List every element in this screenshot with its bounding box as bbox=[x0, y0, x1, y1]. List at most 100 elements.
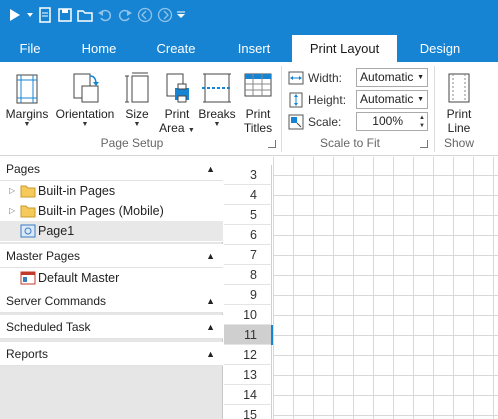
row-header[interactable]: 9 bbox=[224, 285, 272, 305]
height-select[interactable]: Automatic ▼ bbox=[356, 90, 428, 109]
row-header[interactable]: 6 bbox=[224, 225, 272, 245]
page-setup-group-label: Page Setup bbox=[100, 136, 164, 150]
row-header[interactable]: 12 bbox=[224, 345, 272, 365]
group-separator bbox=[434, 66, 435, 152]
row-header[interactable]: 4 bbox=[224, 185, 272, 205]
row-header[interactable]: 11 bbox=[224, 325, 272, 345]
grid-cells[interactable] bbox=[273, 157, 498, 419]
open-folder-icon[interactable] bbox=[76, 6, 94, 24]
forward-icon[interactable] bbox=[156, 6, 174, 24]
navigator-panel: Pages ▲ ▷ Built-in Pages ▷ Built-in Pages… bbox=[0, 157, 223, 419]
breaks-label: Breaks bbox=[198, 107, 236, 121]
row-header[interactable]: 10 bbox=[224, 305, 272, 325]
redo-icon[interactable] bbox=[116, 6, 134, 24]
scale-label: Scale: bbox=[308, 115, 342, 129]
customize-toolbar-icon[interactable] bbox=[176, 6, 186, 24]
print-titles-button[interactable]: Print Titles bbox=[239, 68, 277, 135]
new-page-icon[interactable] bbox=[36, 6, 54, 24]
print-line-button[interactable]: Print Line bbox=[440, 68, 478, 135]
spinner-arrows-icon[interactable]: ▲ ▼ bbox=[418, 114, 426, 130]
design-grid[interactable]: 3 4 5 6 7 8 9 10 11 12 13 14 15 bbox=[224, 157, 498, 419]
back-icon[interactable] bbox=[136, 6, 154, 24]
tree-item-built-in-pages[interactable]: ▷ Built-in Pages bbox=[0, 181, 223, 201]
row-header[interactable]: 8 bbox=[224, 265, 272, 285]
tab-home[interactable]: Home bbox=[76, 35, 122, 62]
expand-arrow-icon[interactable]: ▷ bbox=[9, 201, 15, 221]
row-header[interactable]: 14 bbox=[224, 385, 272, 405]
expand-arrow-icon[interactable]: ▷ bbox=[9, 181, 15, 201]
width-label: Width: bbox=[308, 71, 343, 85]
scheduled-task-section-header[interactable]: Scheduled Task ▲ bbox=[0, 315, 223, 339]
collapse-chevron-icon[interactable]: ▲ bbox=[206, 244, 215, 268]
folder-icon bbox=[20, 205, 36, 218]
breaks-button[interactable]: Breaks ▼ bbox=[197, 68, 237, 129]
print-titles-label-line1: Print bbox=[245, 107, 271, 121]
page-size-icon bbox=[125, 72, 149, 103]
reports-section-header[interactable]: Reports ▲ bbox=[0, 342, 223, 366]
tab-insert[interactable]: Insert bbox=[228, 35, 280, 62]
tree-item-built-in-pages-mobile[interactable]: ▷ Built-in Pages (Mobile) bbox=[0, 201, 223, 221]
chevron-down-icon: ▼ bbox=[417, 74, 424, 81]
chevron-down-icon: ▼ bbox=[133, 121, 141, 128]
orientation-label: Orientation bbox=[55, 107, 115, 121]
row-header[interactable]: 15 bbox=[224, 405, 272, 419]
width-select[interactable]: Automatic ▼ bbox=[356, 68, 428, 87]
size-label: Size bbox=[125, 107, 149, 121]
show-group-label: Show bbox=[443, 136, 475, 150]
orientation-button[interactable]: Orientation ▼ bbox=[52, 68, 118, 129]
margins-label: Margins bbox=[5, 107, 49, 121]
save-icon[interactable] bbox=[56, 6, 74, 24]
print-area-label-line1: Print bbox=[164, 107, 190, 121]
fit-width-icon bbox=[288, 71, 304, 85]
ribbon-tab-strip: File Home Create Insert Print Layout Des… bbox=[0, 30, 498, 62]
print-line-label-line1: Print bbox=[446, 107, 472, 121]
fit-height-icon bbox=[289, 92, 303, 108]
scale-icon bbox=[288, 114, 304, 130]
orientation-icon bbox=[73, 73, 99, 103]
server-commands-section-header[interactable]: Server Commands ▲ bbox=[0, 289, 223, 313]
collapse-chevron-icon[interactable]: ▲ bbox=[206, 157, 215, 181]
group-separator bbox=[281, 66, 282, 152]
quick-access-toolbar bbox=[0, 0, 498, 30]
margins-button[interactable]: Margins ▼ bbox=[5, 68, 49, 129]
page-setup-launcher-icon[interactable] bbox=[268, 140, 276, 148]
undo-icon[interactable] bbox=[96, 6, 114, 24]
collapse-chevron-icon[interactable]: ▲ bbox=[206, 289, 215, 313]
master-pages-section-header[interactable]: Master Pages ▲ bbox=[0, 244, 223, 268]
row-header[interactable]: 7 bbox=[224, 245, 272, 265]
fit-height-row: Height: bbox=[288, 90, 354, 110]
run-dropdown-icon[interactable] bbox=[26, 6, 34, 24]
collapse-chevron-icon[interactable]: ▲ bbox=[206, 315, 215, 339]
tab-file[interactable]: File bbox=[8, 35, 52, 62]
scale-to-fit-launcher-icon[interactable] bbox=[420, 140, 428, 148]
chevron-down-icon: ▼ bbox=[81, 121, 89, 128]
print-area-label-line2: Area ▼ bbox=[159, 121, 195, 135]
chevron-down-icon: ▼ bbox=[23, 121, 31, 128]
print-line-icon bbox=[448, 73, 470, 103]
print-area-button[interactable]: Print Area ▼ bbox=[158, 68, 196, 135]
tab-print-layout[interactable]: Print Layout bbox=[292, 35, 397, 62]
scale-spinner[interactable]: 100% ▲ ▼ bbox=[356, 112, 428, 131]
pages-section-header[interactable]: Pages ▲ bbox=[0, 157, 223, 181]
breaks-icon bbox=[202, 73, 232, 103]
collapse-chevron-icon[interactable]: ▲ bbox=[206, 342, 215, 366]
tree-item-page1[interactable]: Page1 bbox=[0, 221, 223, 241]
chevron-down-icon: ▼ bbox=[213, 121, 221, 128]
height-label: Height: bbox=[308, 93, 347, 107]
row-header[interactable]: 5 bbox=[224, 205, 272, 225]
row-header[interactable]: 13 bbox=[224, 365, 272, 385]
tab-create[interactable]: Create bbox=[150, 35, 202, 62]
master-page-icon bbox=[20, 271, 36, 285]
tab-design[interactable]: Design bbox=[410, 35, 470, 62]
margins-icon bbox=[16, 74, 38, 104]
size-button[interactable]: Size ▼ bbox=[121, 68, 153, 129]
scale-row: Scale: bbox=[288, 112, 354, 132]
selected-row-indicator bbox=[271, 325, 273, 345]
tree-item-default-master[interactable]: Default Master bbox=[0, 268, 223, 288]
print-line-label-line2: Line bbox=[447, 121, 471, 135]
run-icon[interactable] bbox=[6, 6, 24, 24]
folder-icon bbox=[20, 185, 36, 198]
row-header[interactable]: 3 bbox=[224, 165, 272, 185]
page-icon bbox=[20, 224, 36, 238]
print-area-icon bbox=[166, 73, 189, 103]
